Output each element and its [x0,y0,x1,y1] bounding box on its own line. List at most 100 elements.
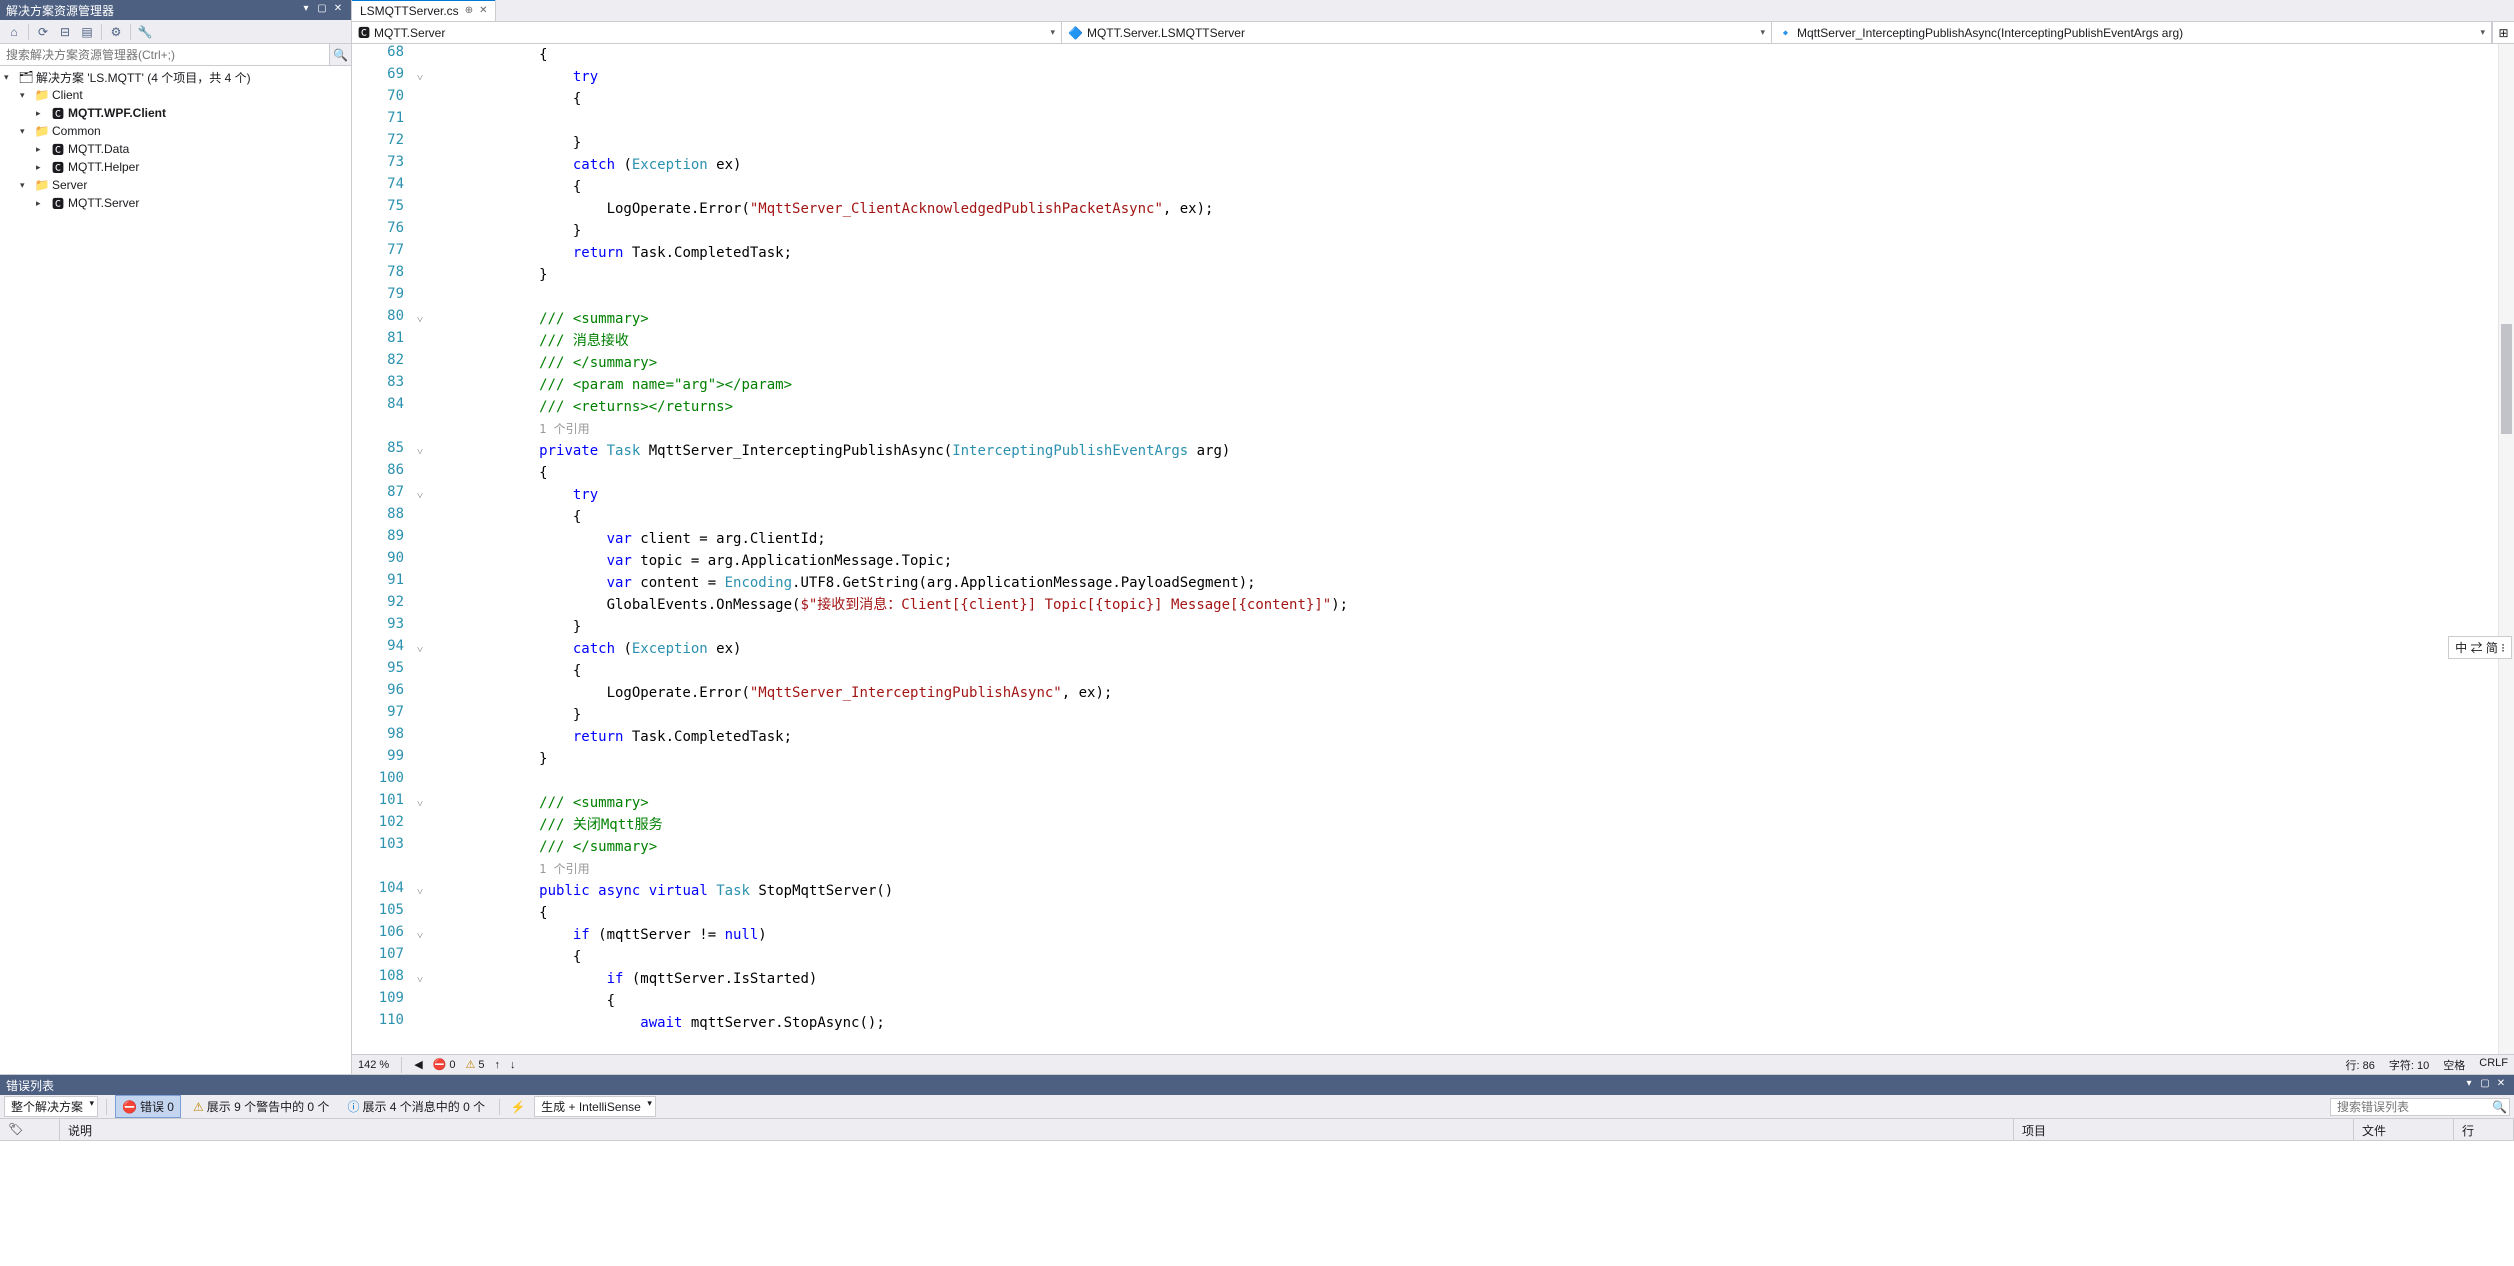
fold-toggle-icon[interactable]: ˅ [417,643,423,656]
nav-class-dropdown[interactable]: 🔷 MQTT.Server.LSMQTTServer ▾ [1062,22,1772,43]
tree-expander-icon[interactable]: ▸ [36,198,50,209]
info-icon: ⓘ [347,1098,359,1115]
error-search-input[interactable] [2337,1100,2492,1114]
panel-pin-icon[interactable]: ▢ [315,3,329,17]
fold-toggle-icon[interactable]: ˅ [417,313,423,326]
search-icon[interactable]: 🔍 [329,44,351,65]
warning-count[interactable]: ⚠5 [466,1058,485,1071]
fold-toggle-icon[interactable]: ˅ [417,885,423,898]
editor-tab-label: LSMQTTServer.cs [360,4,459,18]
panel-close-icon[interactable]: ✕ [331,3,345,17]
tree-item[interactable]: ▾📁Client [0,86,351,104]
chevron-down-icon: ▾ [2480,27,2485,38]
nav-split-button[interactable]: ⊞ [2492,22,2514,43]
nav-member-dropdown[interactable]: 🔹 MqttServer_InterceptingPublishAsync(In… [1772,22,2492,43]
solution-explorer-toolbar: ⌂ ⟳ ⊟ ▤ ⚙ 🔧 [0,20,351,44]
csharp-icon: 🅲 [358,24,370,41]
solution-search-row: 🔍 [0,44,351,66]
warning-filter-button[interactable]: ⚠展示 9 个警告中的 0 个 [187,1096,335,1117]
indent-mode[interactable]: 空格 [2443,1057,2465,1073]
chevron-down-icon: ▾ [1760,27,1765,38]
panel-dropdown-icon[interactable]: ▾ [299,3,313,17]
editor-tab-active[interactable]: LSMQTTServer.cs ⊕ ✕ [352,0,496,21]
panel-pin-icon[interactable]: ▢ [2478,1078,2492,1092]
fold-toggle-icon[interactable]: ˅ [417,929,423,942]
column-line[interactable]: 行 [2454,1119,2514,1140]
fold-gutter[interactable]: ˅ ˅ ˅ ˅ ˅ ˅ ˅ ˅ ˅ [410,44,430,1054]
cursor-line: 行: 86 [2346,1057,2375,1073]
fold-toggle-icon[interactable]: ˅ [417,489,423,502]
search-icon[interactable]: 🔍 [2492,1100,2507,1114]
solution-explorer-title: 解决方案资源管理器 [6,2,299,19]
scrollbar-thumb[interactable] [2501,324,2512,434]
tree-item[interactable]: ▸🅲MQTT.Helper [0,158,351,176]
tree-expander-icon[interactable]: ▸ [36,144,50,155]
tree-item[interactable]: ▾🗂解决方案 'LS.MQTT' (4 个项目，共 4 个) [0,68,351,86]
fold-toggle-icon[interactable]: ˅ [417,445,423,458]
tree-item[interactable]: ▸🅲MQTT.Data [0,140,351,158]
tab-pin-icon[interactable]: ⊕ [465,5,473,16]
project-icon: 🅲 [50,141,66,158]
folder-icon: 📁 [34,124,50,138]
tree-expander-icon[interactable]: ▾ [20,126,34,137]
message-filter-button[interactable]: ⓘ展示 4 个消息中的 0 个 [341,1096,491,1117]
tab-close-icon[interactable]: ✕ [479,5,487,16]
error-count[interactable]: ⛔0 [433,1058,456,1071]
error-search-box[interactable]: 🔍 [2330,1098,2510,1116]
ime-indicator[interactable]: 中 ⇄ 简 ⁝ [2448,636,2512,659]
column-project[interactable]: 项目 [2014,1119,2354,1140]
zoom-level[interactable]: 142 % [358,1059,389,1071]
wrench-icon[interactable]: 🔧 [135,22,155,42]
column-code[interactable]: 🏷 [0,1119,60,1140]
sync-icon[interactable]: ⟳ [33,22,53,42]
tree-expander-icon[interactable]: ▾ [4,72,18,83]
clear-filter-icon[interactable]: ⚡ [508,1097,528,1117]
error-filter-button[interactable]: ⛔错误 0 [115,1095,181,1118]
vertical-scrollbar[interactable] [2498,44,2514,1054]
error-list-header: 错误列表 ▾ ▢ ✕ [0,1075,2514,1095]
error-list-toolbar: 整个解决方案 ⛔错误 0 ⚠展示 9 个警告中的 0 个 ⓘ展示 4 个消息中的… [0,1095,2514,1119]
code-content[interactable]: { try { } catch (Exception ex) { LogOper… [430,44,2498,1054]
column-description[interactable]: 说明 [60,1119,2014,1140]
nav-project-dropdown[interactable]: 🅲 MQTT.Server ▾ [352,22,1062,43]
panel-dropdown-icon[interactable]: ▾ [2462,1078,2476,1092]
tree-item-label: MQTT.Helper [68,160,139,174]
error-list-body[interactable] [0,1141,2514,1266]
code-editor[interactable]: 6869707172737475767778798081828384858687… [352,44,2514,1054]
nav-up-icon[interactable]: ↑ [495,1059,501,1071]
nav-down-icon[interactable]: ↓ [510,1059,516,1071]
tree-item[interactable]: ▸🅲MQTT.Server [0,194,351,212]
tree-expander-icon[interactable]: ▾ [20,90,34,101]
nav-member-label: MqttServer_InterceptingPublishAsync(Inte… [1797,26,2183,40]
panel-close-icon[interactable]: ✕ [2494,1078,2508,1092]
build-filter-dropdown[interactable]: 生成 + IntelliSense [534,1096,656,1117]
method-icon: 🔹 [1778,26,1793,40]
properties-icon[interactable]: ⚙ [106,22,126,42]
collapse-icon[interactable]: ⊟ [55,22,75,42]
cursor-col: 字符: 10 [2389,1057,2429,1073]
editor-nav-bar: 🅲 MQTT.Server ▾ 🔷 MQTT.Server.LSMQTTServ… [352,22,2514,44]
line-ending[interactable]: CRLF [2479,1057,2508,1073]
tree-expander-icon[interactable]: ▸ [36,108,50,119]
nav-project-label: MQTT.Server [374,26,445,40]
fold-toggle-icon[interactable]: ˅ [417,71,423,84]
error-scope-dropdown[interactable]: 整个解决方案 [4,1096,98,1117]
project-icon: 🅲 [50,105,66,122]
tree-item[interactable]: ▾📁Server [0,176,351,194]
show-all-icon[interactable]: ▤ [77,22,97,42]
toolbar-separator [106,1099,107,1115]
tree-expander-icon[interactable]: ▾ [20,180,34,191]
tree-item[interactable]: ▾📁Common [0,122,351,140]
solution-search-input[interactable] [0,44,329,65]
fold-toggle-icon[interactable]: ˅ [417,973,423,986]
solution-tree[interactable]: ▾🗂解决方案 'LS.MQTT' (4 个项目，共 4 个)▾📁Client▸🅲… [0,66,351,1074]
tree-item-label: 解决方案 'LS.MQTT' (4 个项目，共 4 个) [36,69,251,86]
error-list-title: 错误列表 [6,1077,2462,1094]
error-icon: ⛔ [433,1058,447,1071]
nav-back-icon[interactable]: ◀ [414,1058,422,1071]
column-file[interactable]: 文件 [2354,1119,2454,1140]
fold-toggle-icon[interactable]: ˅ [417,797,423,810]
home-icon[interactable]: ⌂ [4,22,24,42]
tree-expander-icon[interactable]: ▸ [36,162,50,173]
tree-item[interactable]: ▸🅲MQTT.WPF.Client [0,104,351,122]
